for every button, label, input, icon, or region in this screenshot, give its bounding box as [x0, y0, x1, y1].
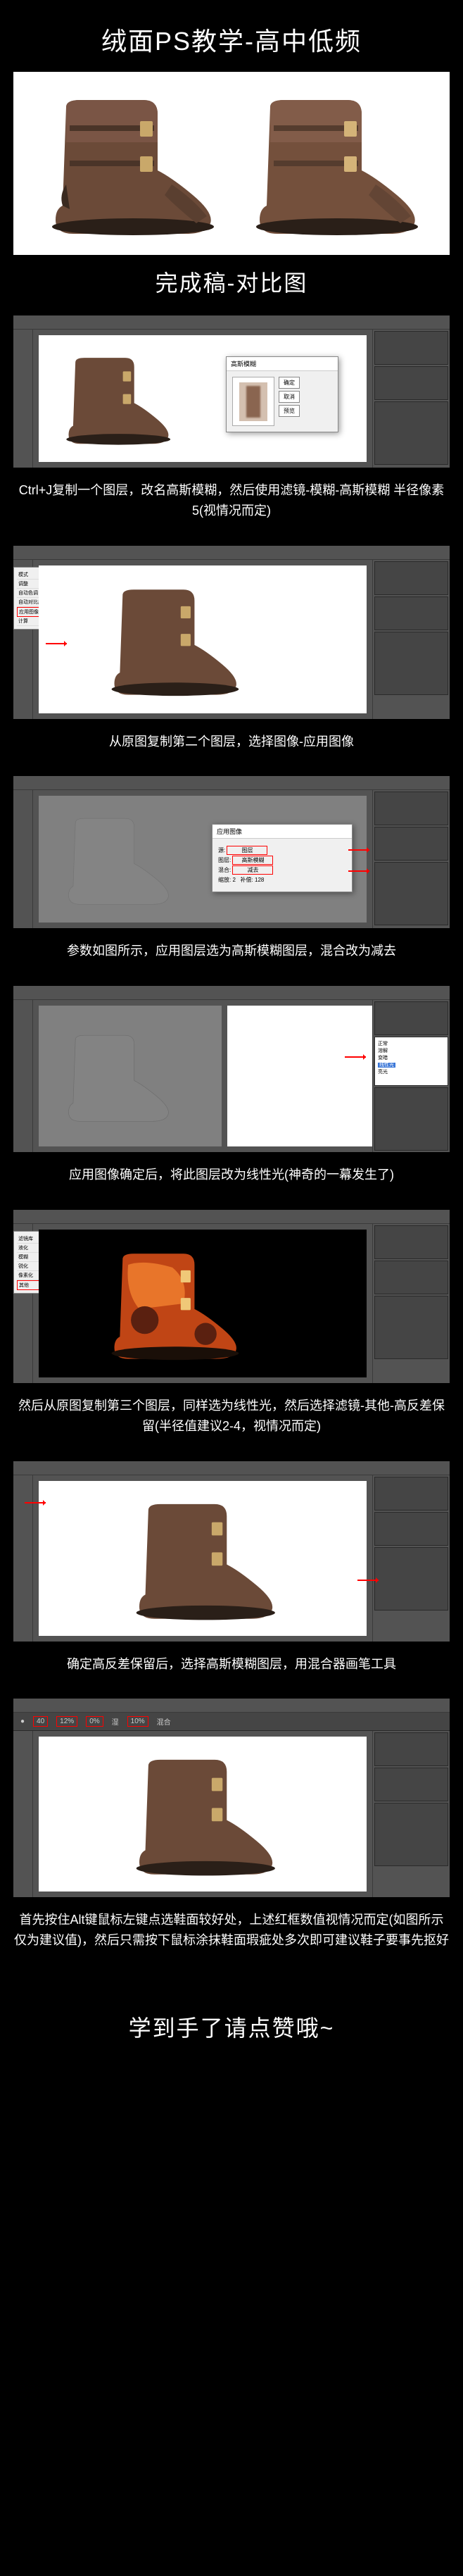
tutorial-title: 绒面PS教学-高中低频 — [0, 0, 463, 72]
step-4-screenshot: 正常溶解变暗线性光亮光 — [13, 986, 450, 1152]
step-1-caption: Ctrl+J复制一个图层，改名高斯模糊，然后使用滤镜-模糊-高斯模糊 半径像素5… — [0, 468, 463, 546]
brush-icon: ● — [20, 1718, 25, 1725]
boot-after — [235, 86, 432, 241]
opt-load[interactable]: 0% — [86, 1716, 103, 1727]
step-5-screenshot: 滤镜库液化模糊 锐化像素化 其他 — [13, 1210, 450, 1383]
step-2-screenshot: 模式调整自动色调自动对比度 应用图像计算 — [13, 546, 450, 719]
step-5-caption: 然后从原图复制第三个图层，同样选为线性光，然后选择滤镜-其他-高反差保留(半径值… — [0, 1383, 463, 1461]
step-1-screenshot: 高斯模糊 确定 取消 预览 — [13, 315, 450, 468]
preview-button[interactable]: 预览 — [279, 405, 300, 417]
options-bar: ● 40 12% 0% 湿 10% 混合 — [13, 1713, 450, 1731]
apply-image-dialog: 应用图像 源: 图层 图层: 高斯模糊 混合: 减去 缩放: 2 补偿: 128 — [212, 824, 353, 892]
step-6-caption: 确定高反差保留后，选择高斯模糊图层，用混合器画笔工具 — [0, 1642, 463, 1699]
comparison-image — [13, 72, 450, 255]
step-7-screenshot: ● 40 12% 0% 湿 10% 混合 — [13, 1699, 450, 1897]
blur-preview — [232, 377, 274, 426]
footer-text: 学到手了请点赞哦~ — [0, 1975, 463, 2085]
step-7-caption: 首先按住Alt键鼠标左键点选鞋面较好处，上述红框数值视情况而定(如图所示仅为建议… — [0, 1897, 463, 1975]
step-4-caption: 应用图像确定后，将此图层改为线性光(神奇的一幕发生了) — [0, 1152, 463, 1210]
opt-wet[interactable]: 12% — [56, 1716, 77, 1727]
cancel-button[interactable]: 取消 — [279, 391, 300, 403]
step-3-caption: 参数如图所示，应用图层选为高斯模糊图层，混合改为减去 — [0, 928, 463, 986]
step-3-screenshot: 应用图像 源: 图层 图层: 高斯模糊 混合: 减去 缩放: 2 补偿: 128 — [13, 776, 450, 928]
step-2-caption: 从原图复制第二个图层，选择图像-应用图像 — [0, 719, 463, 777]
boot-before — [31, 86, 228, 241]
opt-mix[interactable]: 10% — [127, 1716, 148, 1727]
dialog-title: 高斯模糊 — [227, 357, 338, 371]
gaussian-blur-dialog: 高斯模糊 确定 取消 预览 — [226, 356, 338, 432]
comparison-subtitle: 完成稿-对比图 — [0, 255, 463, 315]
ok-button[interactable]: 确定 — [279, 377, 300, 389]
opt-size[interactable]: 40 — [33, 1716, 48, 1727]
step-6-screenshot — [13, 1461, 450, 1642]
